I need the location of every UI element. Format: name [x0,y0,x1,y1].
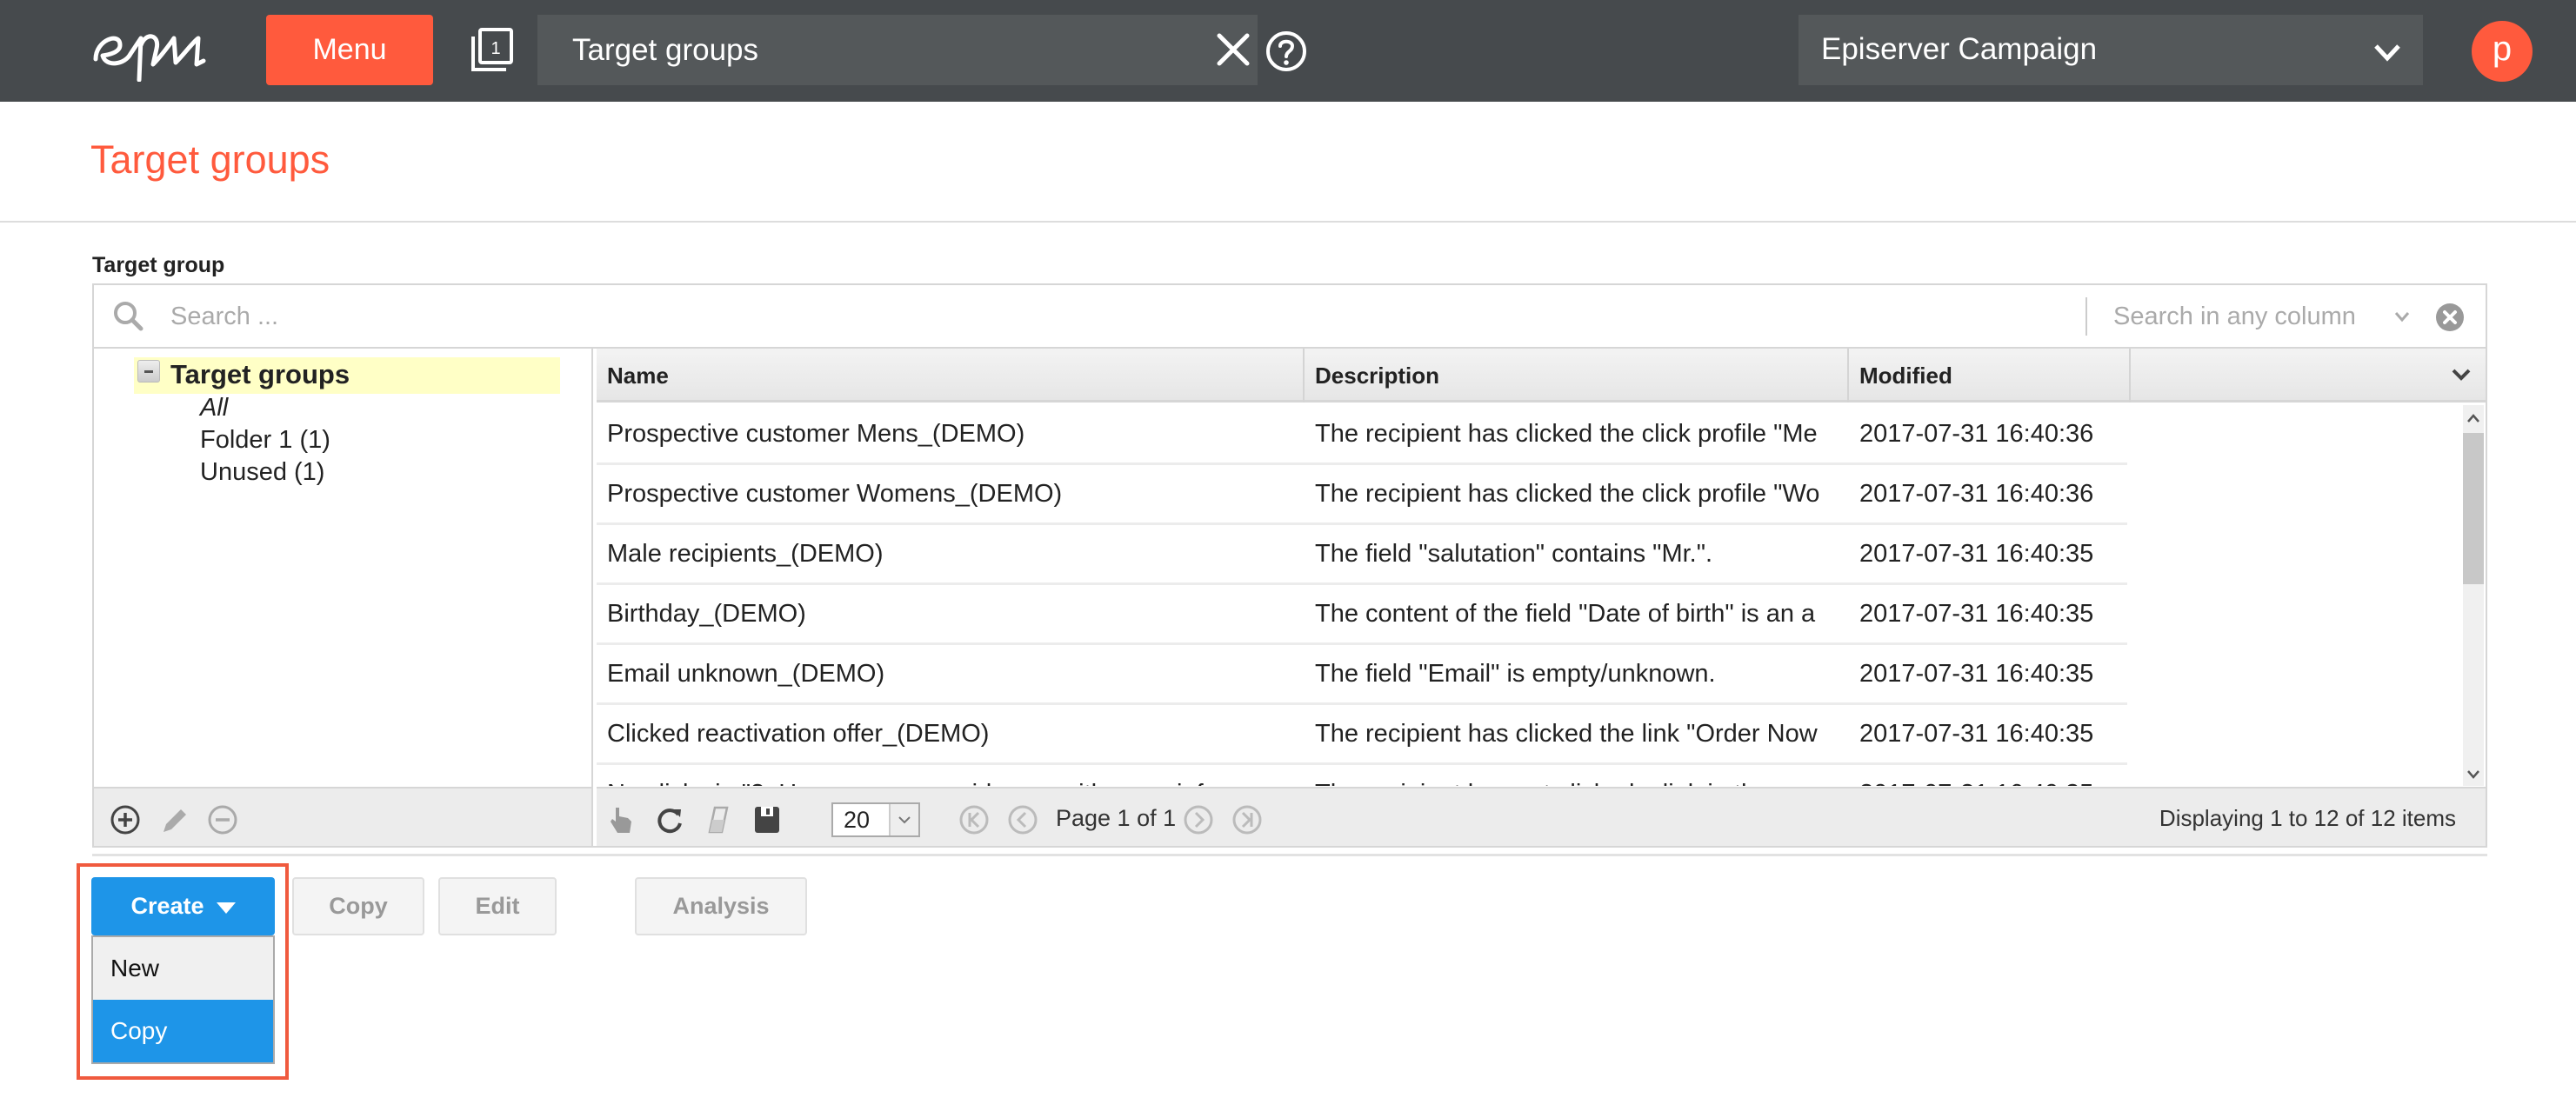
scrollbar-thumb[interactable] [2463,433,2484,584]
search-input[interactable] [170,294,2084,339]
cell-name: Prospective customer Womens_(DEMO) [607,480,1063,508]
search-bar: Search in any column [94,285,2486,349]
open-tabs-count: 1 [491,39,500,58]
column-header-description[interactable]: Description [1305,349,1849,403]
tree-item-all[interactable]: All [200,394,228,423]
cell-modified: 2017-07-31 16:40:36 [1859,480,2094,508]
section-label: Target group [92,253,225,277]
cell-modified: 2017-07-31 16:40:36 [1859,420,2094,448]
tree-item-unused[interactable]: Unused (1) [200,458,324,487]
create-button-label: Create [130,893,204,919]
scroll-down-icon[interactable] [2466,769,2480,779]
grid-pager: 20 Page 1 of 1 Displaying 1 to 12 of 12 … [597,787,2486,846]
eraser-icon[interactable] [703,804,734,835]
current-tab-title: Target groups [572,33,759,67]
last-page-icon[interactable] [1231,804,1263,835]
cell-description: The recipient has clicked the click prof… [1315,420,1818,448]
menu-item-new[interactable]: New [93,937,273,1000]
table-row[interactable]: No clicks in "3. How can we provide you … [597,765,2127,786]
column-header-modified[interactable]: Modified [1849,349,2131,403]
epi-logo-icon[interactable] [90,19,226,83]
cell-description: The field "salutation" contains "Mr.". [1315,540,1713,568]
folder-tree: Target groups All Folder 1 (1) Unused (1… [94,349,593,846]
help-icon[interactable] [1265,30,1308,73]
chevron-down-icon[interactable] [889,804,918,835]
add-folder-icon[interactable] [110,804,141,835]
cell-description: The field "Email" is empty/unknown. [1315,660,1716,688]
create-dropdown-menu: New Copy [91,935,275,1064]
panel-bottom-divider [92,854,2487,856]
menu-button[interactable]: Menu [266,15,433,85]
cell-description: The content of the field "Date of birth"… [1315,600,1816,628]
chevron-down-icon[interactable] [2393,309,2411,323]
cell-modified: 2017-07-31 16:40:35 [1859,660,2094,688]
chevron-down-icon [2372,39,2402,65]
tree-item-folder-1[interactable]: Folder 1 (1) [200,426,330,455]
collapse-icon[interactable] [137,360,160,383]
remove-folder-icon[interactable] [207,804,238,835]
column-header-name[interactable]: Name [597,349,1305,403]
grid-body: Prospective customer Mens_(DEMO) The rec… [597,405,2388,786]
user-avatar[interactable]: p [2472,21,2533,82]
top-bar: Menu 1 Target groups Episerver Campaign … [0,0,2576,102]
analysis-button[interactable]: Analysis [635,877,807,935]
tree-toolbar [94,787,591,846]
previous-page-icon[interactable] [1007,804,1038,835]
cell-name: Clicked reactivation offer_(DEMO) [607,720,990,748]
cell-name: No clicks in "3. How can we provide you … [597,765,1305,786]
scroll-up-icon[interactable] [2466,412,2480,423]
current-tab-field[interactable]: Target groups [537,15,1258,85]
create-button[interactable]: Create [91,877,275,935]
hand-pointer-icon[interactable] [605,804,637,835]
first-page-icon[interactable] [958,804,990,835]
page-size-select[interactable]: 20 [831,802,920,837]
cell-name: Male recipients_(DEMO) [607,540,884,568]
cell-name: Email unknown_(DEMO) [607,660,885,688]
column-menu-chevron-icon[interactable] [2449,364,2473,385]
tree-root-label: Target groups [170,359,350,389]
table-row[interactable]: Prospective customer Womens_(DEMO) The r… [597,465,2127,525]
clear-search-icon[interactable] [2435,303,2465,332]
display-count: Displaying 1 to 12 of 12 items [2159,805,2456,831]
cell-description: The recipient has not clicked a link in … [1305,765,1849,786]
table-row[interactable]: Email unknown_(DEMO) The field "Email" i… [597,645,2127,705]
target-groups-grid: Name Description Modified Prospective cu… [597,349,2486,846]
search-icon [111,299,146,334]
table-row[interactable]: Prospective customer Mens_(DEMO) The rec… [597,405,2127,465]
caret-down-icon [216,902,236,914]
save-icon[interactable] [751,804,783,835]
close-tab-icon[interactable] [1214,30,1252,69]
search-column-select[interactable]: Search in any column [2113,285,2356,348]
title-divider [0,221,2576,223]
vertical-scrollbar[interactable] [2463,405,2484,786]
refresh-icon[interactable] [654,804,685,835]
table-row[interactable]: Clicked reactivation offer_(DEMO) The re… [597,705,2127,765]
edit-button[interactable]: Edit [438,877,557,935]
grid-header: Name Description Modified [597,349,2486,403]
open-tabs-icon[interactable]: 1 [468,26,517,75]
cell-name: Prospective customer Mens_(DEMO) [607,420,1025,448]
cell-modified: 2017-07-31 16:40:35 [1859,600,2094,628]
tree-root-target-groups[interactable]: Target groups [134,357,560,394]
cell-modified: 2017-07-31 16:40:35 [1859,720,2094,748]
organization-select-value: Episerver Campaign [1821,32,2098,66]
cell-name: Birthday_(DEMO) [607,600,806,628]
table-row[interactable]: Birthday_(DEMO) The content of the field… [597,585,2127,645]
page-title: Target groups [90,137,330,182]
menu-item-copy[interactable]: Copy [93,1000,273,1062]
cell-description: The recipient has clicked the click prof… [1315,480,1820,508]
cell-modified: 2017-07-31 16:40:35 [1859,540,2094,568]
organization-select[interactable]: Episerver Campaign [1799,15,2423,85]
next-page-icon[interactable] [1183,804,1214,835]
copy-button[interactable]: Copy [292,877,424,935]
cell-description: The recipient has clicked the link "Orde… [1315,720,1818,748]
page-indicator: Page 1 of 1 [1056,805,1177,831]
table-row[interactable]: Male recipients_(DEMO) The field "saluta… [597,525,2127,585]
cell-modified: 2017-07-31 16:40:35 [1849,765,2131,786]
target-group-panel: Search in any column Target groups All F… [92,283,2487,848]
search-separator [2085,297,2087,336]
page-size-value: 20 [844,807,871,833]
edit-folder-icon[interactable] [158,804,190,835]
